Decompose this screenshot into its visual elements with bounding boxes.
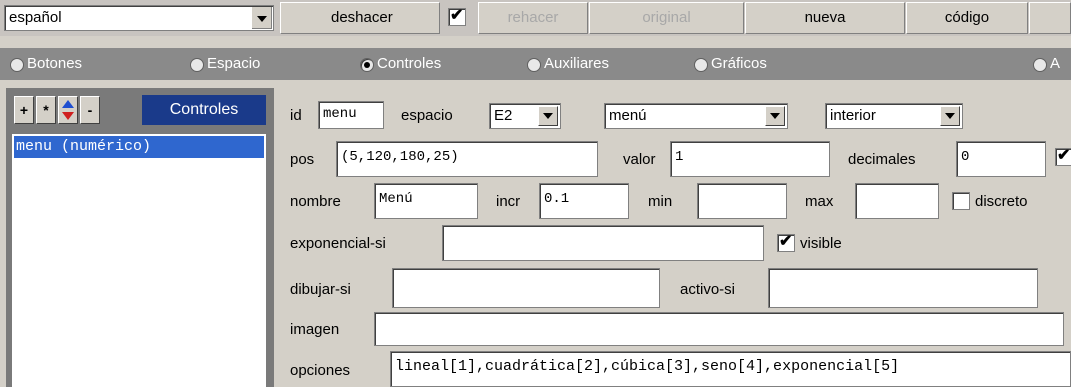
incr-field[interactable]: 0.1 — [539, 183, 629, 219]
region-select[interactable]: interior — [825, 103, 963, 129]
new-button-label: nueva — [804, 9, 846, 26]
tab-label: Gráficos — [711, 55, 767, 72]
region-select-value: interior — [830, 107, 876, 124]
check-icon: ✔ — [450, 7, 464, 24]
move-up-down-button[interactable] — [58, 96, 78, 124]
tab-label: Espacio — [207, 55, 261, 72]
radio-icon — [527, 58, 541, 72]
radio-icon — [10, 58, 24, 72]
draw-if-label: dibujar-si — [290, 281, 351, 298]
decimals-field[interactable]: 0 — [956, 141, 1046, 177]
original-button-label: original — [642, 9, 691, 26]
tab-animacion[interactable]: A — [1033, 55, 1071, 75]
value-field[interactable]: 1 — [670, 141, 830, 177]
check-icon: ✔ — [1057, 147, 1071, 164]
controls-listbox[interactable] — [12, 134, 266, 387]
radio-icon — [190, 58, 204, 72]
min-label: min — [648, 193, 673, 210]
exponential-field[interactable] — [442, 225, 764, 261]
name-label: nombre — [290, 193, 341, 210]
add-button[interactable]: + — [14, 96, 34, 124]
undo-checkbox[interactable]: ✔ — [448, 7, 466, 26]
chevron-down-icon[interactable] — [765, 106, 785, 126]
chevron-down-icon[interactable] — [538, 106, 558, 126]
undo-button-label: deshacer — [331, 9, 393, 26]
remove-label: - — [87, 102, 93, 118]
tab-label: Auxiliares — [544, 55, 610, 72]
discrete-checkbox[interactable] — [952, 192, 970, 210]
remove-button[interactable]: - — [80, 96, 100, 124]
name-field[interactable]: Menú — [374, 183, 478, 219]
radio-selected-icon — [360, 58, 374, 72]
space-label: espacio — [401, 107, 453, 124]
add-label: + — [19, 102, 29, 118]
id-label: id — [290, 107, 302, 124]
duplicate-button[interactable]: * — [36, 96, 56, 124]
discrete-label: discreto — [975, 193, 1028, 210]
up-down-arrows-icon — [62, 100, 74, 120]
tab-label: A — [1050, 55, 1061, 72]
visible-label: visible — [800, 235, 842, 252]
extra-checkbox[interactable]: ✔ — [1055, 147, 1071, 166]
image-label: imagen — [290, 321, 340, 338]
active-if-label: activo-si — [680, 281, 736, 298]
language-select[interactable]: español — [4, 5, 274, 31]
controls-title: Controles — [142, 95, 266, 125]
chevron-down-icon[interactable] — [251, 7, 272, 29]
pos-label: pos — [290, 151, 315, 168]
space-select[interactable]: E2 — [489, 103, 561, 129]
language-select-value: español — [9, 9, 62, 26]
max-field[interactable] — [855, 183, 939, 219]
redo-button[interactable]: rehacer — [478, 2, 588, 34]
check-icon: ✔ — [779, 233, 793, 250]
new-button[interactable]: nueva — [745, 2, 905, 34]
draw-if-field[interactable] — [392, 268, 660, 308]
decimals-label: decimales — [848, 151, 916, 168]
radio-icon — [1033, 58, 1047, 72]
min-field[interactable] — [697, 183, 787, 219]
incr-label: incr — [496, 193, 521, 210]
chevron-down-icon[interactable] — [940, 106, 960, 126]
image-field[interactable] — [374, 312, 1064, 346]
extra-button[interactable] — [1029, 2, 1071, 34]
list-item[interactable]: menu (numérico) — [14, 136, 264, 158]
code-button-label: código — [944, 9, 990, 26]
code-button[interactable]: código — [906, 2, 1028, 34]
space-select-value: E2 — [494, 107, 513, 124]
id-field[interactable]: menu — [318, 101, 384, 129]
pos-field[interactable]: (5,120,180,25) — [336, 141, 598, 177]
exponential-label: exponencial-si — [290, 235, 386, 252]
tab-label: Controles — [377, 55, 442, 72]
max-label: max — [805, 193, 834, 210]
radio-icon — [694, 58, 708, 72]
options-field[interactable]: lineal[1],cuadrática[2],cúbica[3],seno[4… — [390, 351, 1071, 387]
original-button[interactable]: original — [589, 2, 744, 34]
tab-label: Botones — [27, 55, 83, 72]
active-if-field[interactable] — [768, 268, 1038, 308]
options-label: opciones — [290, 362, 351, 379]
undo-button[interactable]: deshacer — [280, 2, 440, 34]
type-select-value: menú — [609, 107, 647, 124]
visible-checkbox[interactable]: ✔ — [777, 233, 795, 252]
value-label: valor — [623, 151, 656, 168]
redo-button-label: rehacer — [507, 9, 559, 26]
type-select[interactable]: menú — [604, 103, 788, 129]
star-label: * — [43, 102, 49, 118]
